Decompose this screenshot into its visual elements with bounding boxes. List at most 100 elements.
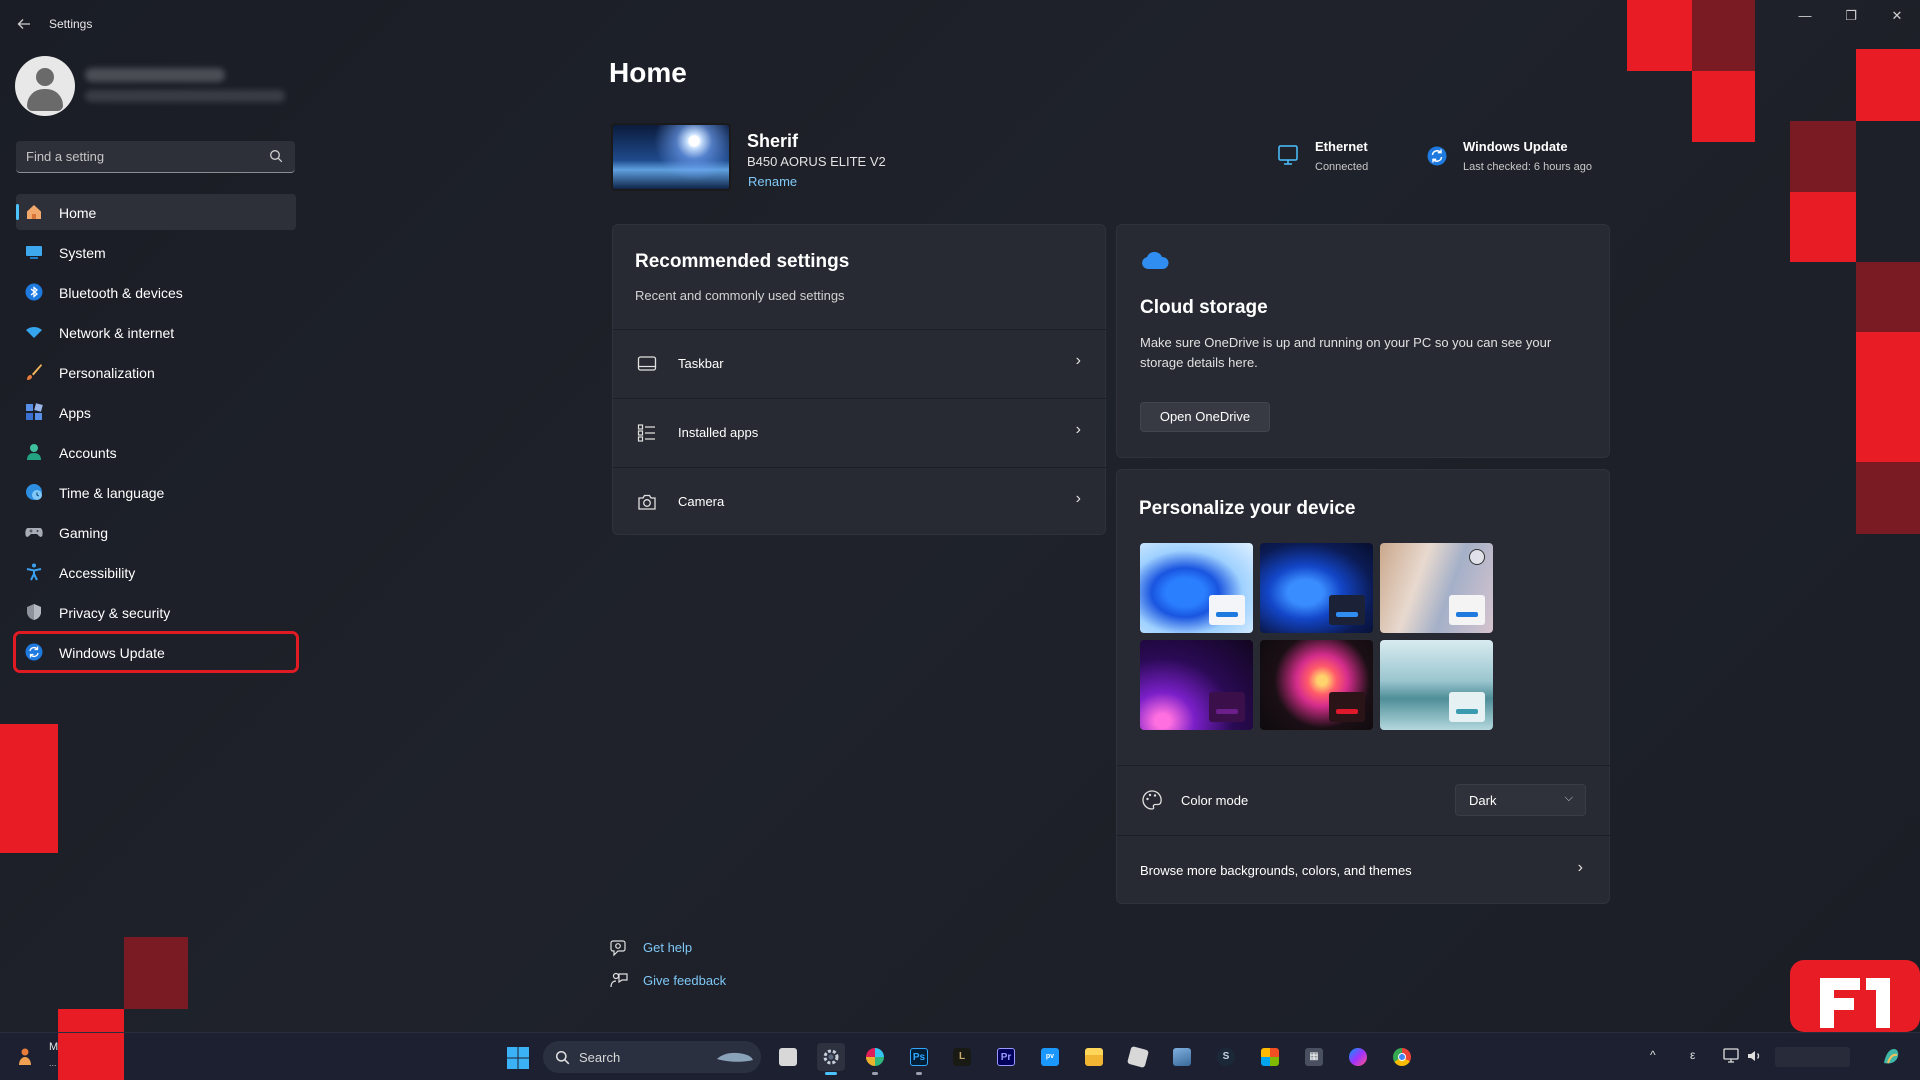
sidebar-item-network[interactable]: Network & internet <box>16 314 296 350</box>
theme-thumbnail[interactable] <box>1380 640 1493 730</box>
taskbar-app-photos[interactable] <box>1168 1043 1196 1071</box>
theme-preview-window <box>1209 692 1245 722</box>
red-block-decoration <box>1692 71 1755 142</box>
maximize-button[interactable]: ❐ <box>1828 4 1874 28</box>
weather-widget-icon[interactable] <box>16 1045 40 1069</box>
sidebar-nav: Home System Bluetooth & devices Network … <box>13 194 299 674</box>
sidebar-item-time-language[interactable]: Time & language <box>16 474 296 510</box>
sidebar-item-label: Apps <box>59 405 91 421</box>
input-language-indicator[interactable]: ε <box>1690 1048 1695 1062</box>
sidebar-item-label: Bluetooth & devices <box>59 285 183 301</box>
red-block-decoration <box>124 937 188 1009</box>
widget-subtitle: ... <box>49 1058 57 1068</box>
prime-video-icon: pv <box>1041 1048 1059 1066</box>
tray-overflow-chevron[interactable]: ^ <box>1650 1048 1656 1062</box>
rename-link[interactable]: Rename <box>748 174 797 189</box>
sidebar-item-bluetooth[interactable]: Bluetooth & devices <box>16 274 296 310</box>
network-icon <box>26 327 42 338</box>
taskbar-app-store[interactable] <box>1256 1043 1284 1071</box>
ethernet-status-title[interactable]: Ethernet <box>1315 139 1368 154</box>
taskbar-app-steam[interactable]: S <box>1212 1043 1240 1071</box>
theme-thumbnail[interactable] <box>1140 640 1253 730</box>
sidebar-item-system[interactable]: System <box>16 234 296 270</box>
recommended-row-taskbar[interactable]: Taskbar › <box>613 329 1107 397</box>
red-block-decoration <box>1856 49 1920 121</box>
back-button[interactable] <box>12 12 36 36</box>
get-help-link[interactable]: Get help <box>643 940 692 955</box>
chevron-down-icon: ⌵ <box>1564 792 1573 804</box>
theme-thumbnail[interactable] <box>1260 543 1373 633</box>
personalize-title: Personalize your device <box>1139 498 1356 519</box>
network-tray-icon[interactable] <box>1722 1047 1740 1065</box>
theme-thumbnail[interactable] <box>1260 640 1373 730</box>
color-mode-label: Color mode <box>1181 793 1249 808</box>
ethernet-status-text: Connected <box>1315 161 1369 173</box>
browse-themes-link[interactable]: Browse more backgrounds, colors, and the… <box>1140 863 1412 878</box>
copilot-icon[interactable] <box>1880 1045 1904 1069</box>
taskbar-app-premiere[interactable]: Pr <box>992 1043 1020 1071</box>
personalize-card: Personalize your device Color mode Dark <box>1116 469 1611 904</box>
taskbar: M toa... ... Search Ps L Pr <box>0 1032 1920 1080</box>
back-arrow-icon <box>17 19 30 29</box>
calculator-icon: ▦ <box>1305 1048 1323 1066</box>
windows-update-status-title[interactable]: Windows Update <box>1463 139 1568 154</box>
red-block-decoration <box>1856 262 1920 332</box>
theme-thumbnail[interactable] <box>1140 543 1253 633</box>
clock-area[interactable] <box>1775 1047 1850 1067</box>
sidebar-item-apps[interactable]: Apps <box>16 394 296 430</box>
red-block-decoration <box>1856 462 1920 534</box>
theme-preview-window <box>1329 595 1365 625</box>
row-label: Camera <box>678 494 725 509</box>
taskbar-settings[interactable] <box>817 1043 845 1075</box>
user-name-blurred <box>85 68 225 82</box>
sidebar-item-accounts[interactable]: Accounts <box>16 434 296 470</box>
close-button[interactable]: ✕ <box>1874 4 1920 28</box>
red-block-decoration <box>0 724 58 853</box>
sidebar-item-personalization[interactable]: Personalization <box>16 354 296 390</box>
taskbar-app-calculator[interactable]: ▦ <box>1300 1043 1328 1071</box>
help-icon <box>610 940 626 957</box>
user-profile[interactable] <box>15 56 295 118</box>
find-setting-input[interactable] <box>26 141 266 172</box>
volume-icon[interactable] <box>1746 1047 1764 1065</box>
sidebar-item-privacy-security[interactable]: Privacy & security <box>16 594 296 630</box>
color-palette-icon <box>1142 790 1162 810</box>
sidebar-item-gaming[interactable]: Gaming <box>16 514 296 550</box>
recommended-row-installed-apps[interactable]: Installed apps › <box>613 398 1107 466</box>
give-feedback-link[interactable]: Give feedback <box>643 973 726 988</box>
taskbar-app-photoshop[interactable]: Ps <box>905 1043 933 1075</box>
minimize-button[interactable]: — <box>1782 4 1828 28</box>
task-view-icon <box>779 1048 797 1066</box>
sidebar-item-windows-update[interactable]: Windows Update <box>13 631 299 673</box>
taskbar-task-view[interactable] <box>774 1043 802 1071</box>
taskbar-app-file-explorer[interactable] <box>1080 1043 1108 1071</box>
taskbar-app-chrome[interactable] <box>1388 1043 1416 1071</box>
taskbar-search[interactable]: Search <box>543 1041 761 1073</box>
theme-thumbnail[interactable] <box>1380 543 1493 633</box>
open-onedrive-button[interactable]: Open OneDrive <box>1140 402 1270 432</box>
taskbar-app-slack[interactable] <box>861 1043 889 1075</box>
sidebar-item-label: Gaming <box>59 525 109 541</box>
recommended-title: Recommended settings <box>635 251 850 272</box>
sidebar-item-home[interactable]: Home <box>16 194 296 230</box>
red-block-decoration <box>58 1009 124 1032</box>
taskbar-app-messenger[interactable] <box>1344 1043 1372 1071</box>
windows-start-icon[interactable] <box>506 1046 530 1070</box>
slack-icon <box>866 1048 884 1066</box>
search-icon <box>270 150 283 163</box>
row-label: Installed apps <box>678 425 759 440</box>
running-indicator <box>825 1072 837 1075</box>
find-setting-search[interactable] <box>16 141 295 173</box>
sidebar-item-label: Windows Update <box>59 645 165 661</box>
theme-preview-window <box>1449 595 1485 625</box>
recommended-subtitle: Recent and commonly used settings <box>635 288 845 303</box>
onedrive-cloud-icon <box>1142 251 1169 269</box>
color-mode-dropdown[interactable]: Dark ⌵ <box>1455 784 1586 816</box>
taskbar-app-league[interactable]: L <box>948 1043 976 1071</box>
recommended-row-camera[interactable]: Camera › <box>613 467 1107 535</box>
sidebar-item-label: Accounts <box>59 445 117 461</box>
taskbar-app-roblox[interactable] <box>1124 1043 1152 1071</box>
taskbar-app-prime-video[interactable]: pv <box>1036 1043 1064 1071</box>
cloud-storage-card: Cloud storage Make sure OneDrive is up a… <box>1116 224 1610 458</box>
sidebar-item-accessibility[interactable]: Accessibility <box>16 554 296 590</box>
